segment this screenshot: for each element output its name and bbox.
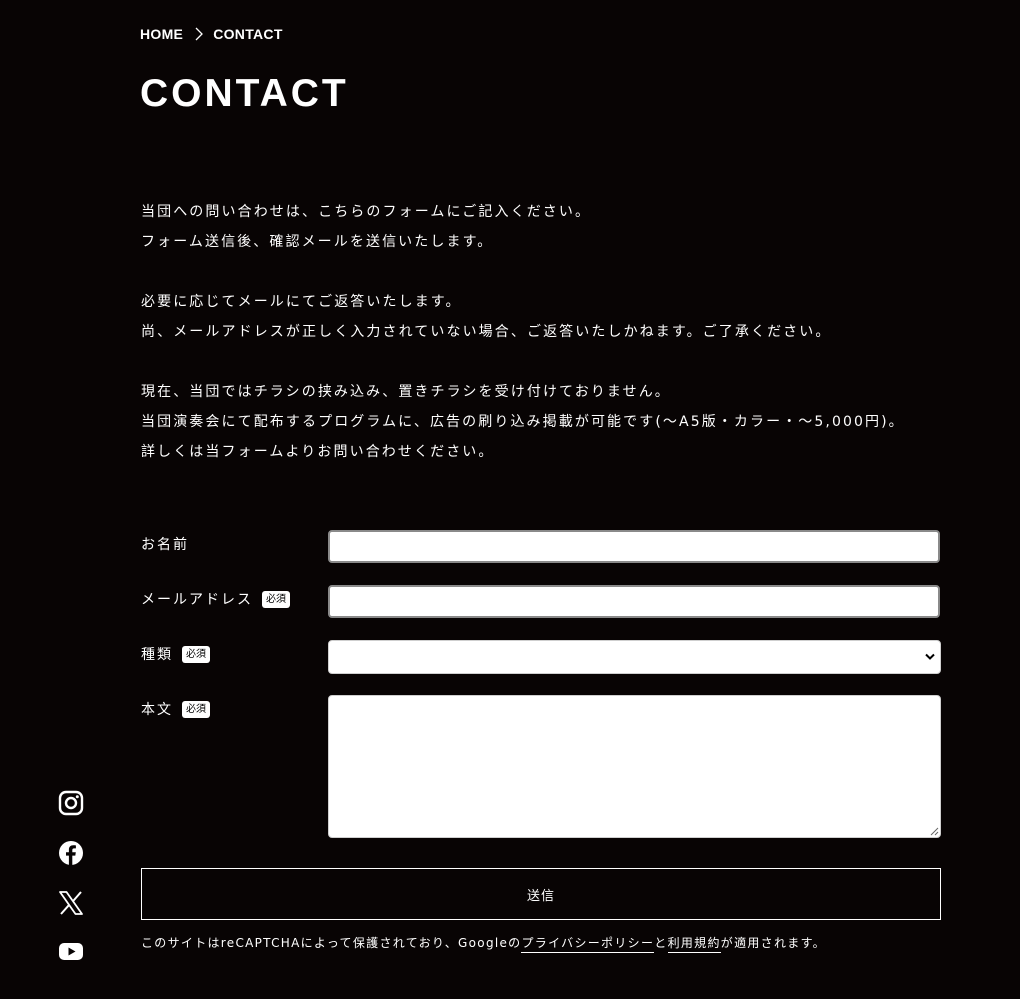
chevron-right-icon (195, 27, 204, 41)
resize-grip-icon[interactable] (930, 827, 939, 836)
body-label: 本文 必須 (141, 695, 328, 719)
submit-button[interactable]: 送信 (141, 868, 941, 920)
email-label: メールアドレス 必須 (141, 585, 328, 609)
terms-link[interactable]: 利用規約 (667, 936, 721, 953)
intro-line: 当団演奏会にて配布するプログラムに、広告の刷り込み掲載が可能です(〜A5版・カラ… (141, 414, 905, 430)
breadcrumb: HOME CONTACT (140, 26, 283, 42)
type-label: 種類 必須 (141, 640, 328, 664)
body-label-text: 本文 (141, 702, 173, 718)
facebook-icon[interactable] (58, 840, 84, 866)
required-badge: 必須 (182, 700, 210, 718)
intro-line: 現在、当団ではチラシの挟み込み、置きチラシを受け付けておりません。 (141, 384, 671, 400)
recaptcha-suffix: が適用されます。 (720, 936, 826, 950)
intro-line: フォーム送信後、確認メールを送信いたします。 (141, 234, 494, 250)
required-badge: 必須 (182, 645, 210, 663)
breadcrumb-current: CONTACT (213, 26, 283, 42)
intro-line: 尚、メールアドレスが正しく入力されていない場合、ご返答いたしかねます。ご了承くだ… (141, 324, 832, 340)
type-label-text: 種類 (141, 647, 173, 663)
x-icon[interactable] (58, 890, 84, 916)
recaptcha-prefix: このサイトはreCAPTCHAによって保護されており、Googleの (141, 936, 522, 950)
intro-line: 必要に応じてメールにてご返答いたします。 (141, 294, 462, 310)
privacy-policy-link[interactable]: プライバシーポリシー (521, 936, 655, 953)
required-badge: 必須 (262, 590, 290, 608)
chevron-down-icon (925, 653, 935, 660)
intro-line: 詳しくは当フォームよりお問い合わせください。 (141, 444, 495, 460)
form-row-name: お名前 (141, 530, 941, 563)
body-textarea[interactable] (328, 695, 941, 838)
breadcrumb-home-link[interactable]: HOME (140, 26, 183, 42)
email-label-text: メールアドレス (141, 592, 253, 608)
page-title: CONTACT (140, 72, 349, 115)
form-row-email: メールアドレス 必須 (141, 585, 941, 618)
form-row-type: 種類 必須 (141, 640, 941, 674)
recaptcha-and: と (654, 936, 668, 950)
name-label-text: お名前 (141, 537, 189, 553)
recaptcha-notice: このサイトはreCAPTCHAによって保護されており、Googleのプライバシー… (141, 933, 826, 953)
instagram-icon[interactable] (58, 790, 84, 816)
intro-text: 当団への問い合わせは、こちらのフォームにご記入ください。 フォーム送信後、確認メ… (141, 197, 931, 467)
name-input[interactable] (328, 530, 940, 563)
type-select[interactable] (328, 640, 941, 674)
email-input[interactable] (328, 585, 940, 618)
form-row-body: 本文 必須 (141, 695, 941, 838)
name-label: お名前 (141, 530, 328, 554)
intro-line: 当団への問い合わせは、こちらのフォームにご記入ください。 (141, 204, 592, 220)
youtube-icon[interactable] (58, 938, 84, 964)
